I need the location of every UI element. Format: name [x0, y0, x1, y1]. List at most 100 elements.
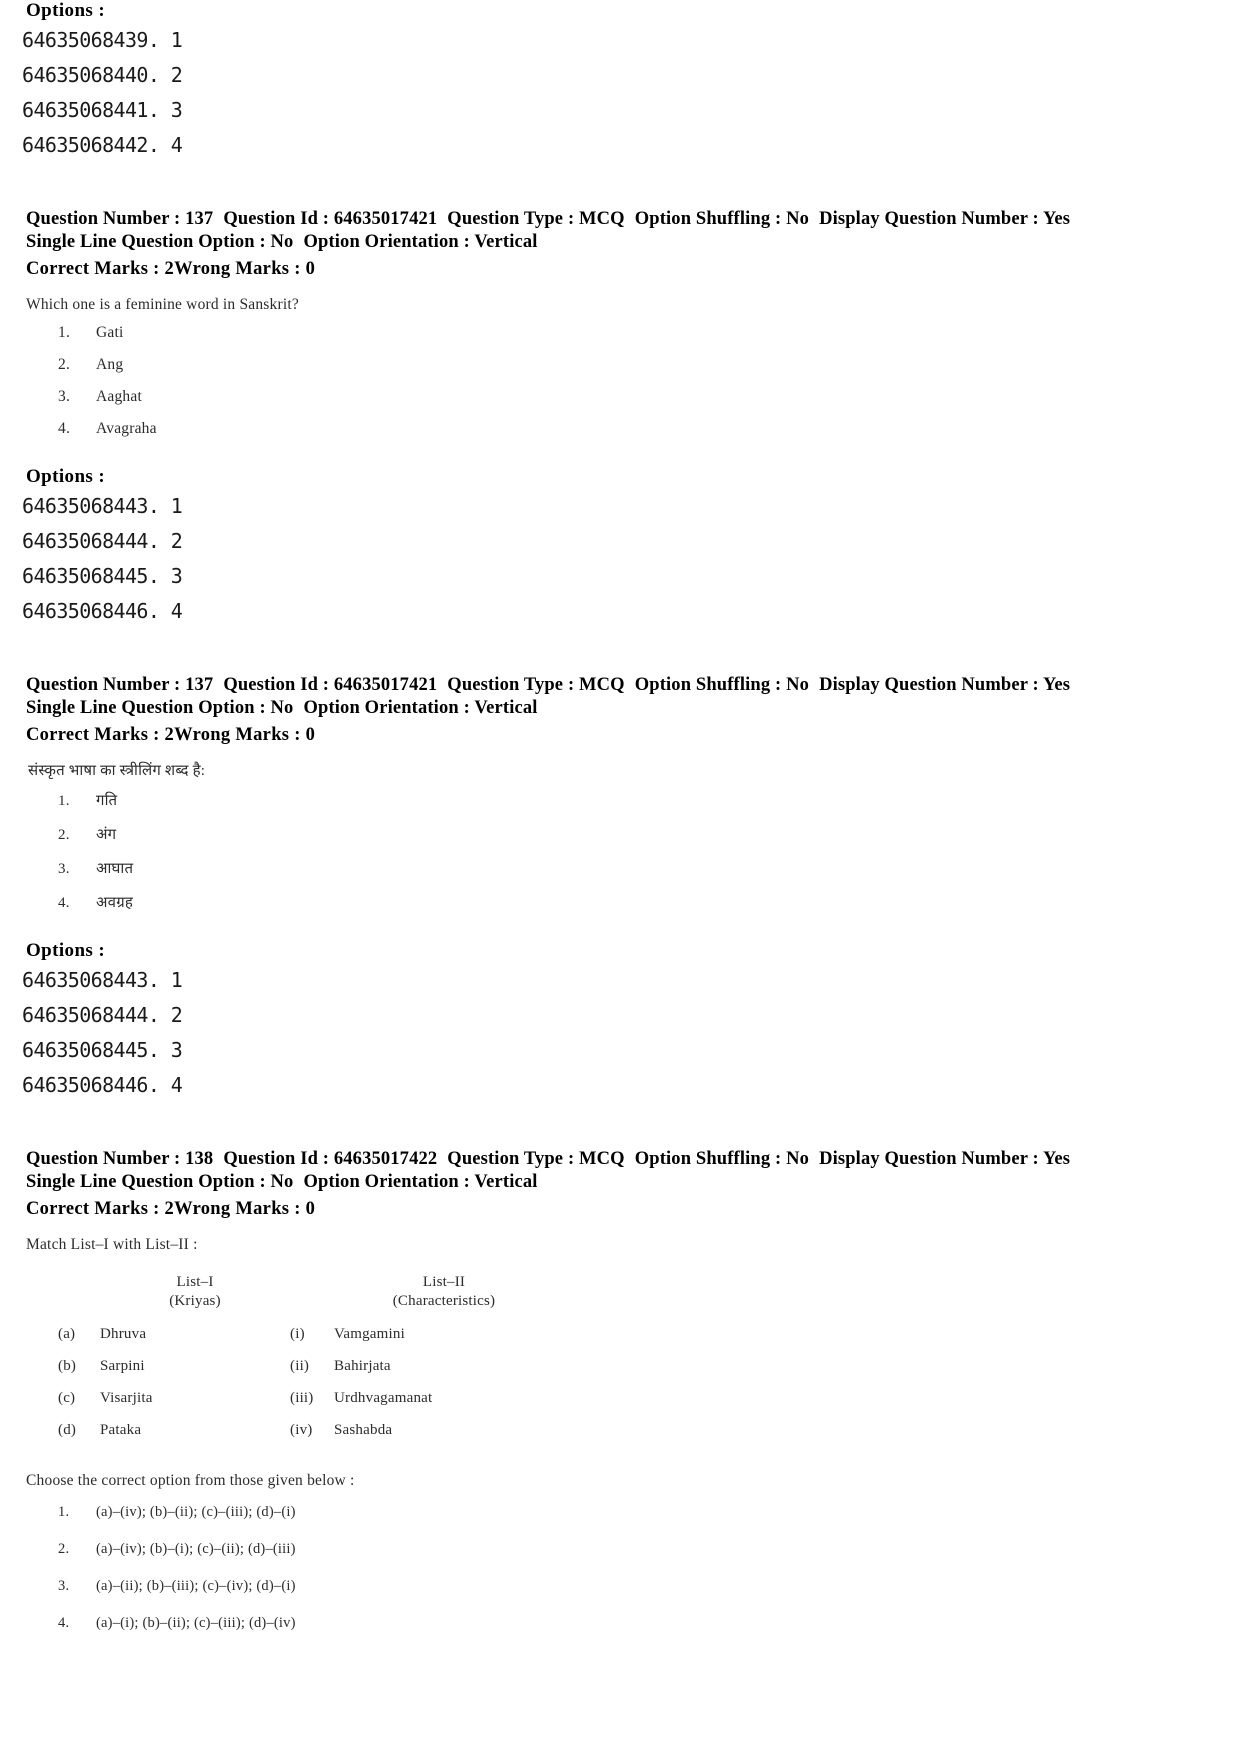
question-meta-line-2: Single Line Question Option : No Option O… — [0, 697, 1240, 720]
right-key: (iv) — [290, 1422, 313, 1439]
answer-text: (a)–(iv); (b)–(i); (c)–(ii); (d)–(iii) — [96, 1541, 296, 1558]
question-block-137-en: Question Number : 137 Question Id : 64635… — [0, 208, 1240, 623]
option-shuffling-field: Option Shuffling : No — [634, 1149, 810, 1170]
question-number-field: Question Number : 137 — [26, 209, 214, 229]
answer-option-list: 1. (a)–(iv); (b)–(ii); (c)–(iii); (d)–(i)… — [0, 1504, 1240, 1632]
choice-number: 4. — [58, 420, 71, 438]
choice-text: Avagraha — [96, 420, 157, 438]
option-orientation-field: Option Orientation : Vertical — [303, 697, 538, 718]
answer-text: (a)–(i); (b)–(ii); (c)–(iii); (d)–(iv) — [96, 1615, 296, 1632]
question-meta-line: Question Number : 137 Question Id : 64635… — [0, 674, 1240, 697]
question-meta-line-2: Single Line Question Option : No Option O… — [0, 231, 1240, 254]
correct-marks-field: Correct Marks : 2 — [26, 725, 175, 746]
answer-option-item[interactable]: 1. (a)–(iv); (b)–(ii); (c)–(iii); (d)–(i) — [58, 1504, 1240, 1521]
choice-item[interactable]: 4. अवग्रह — [58, 892, 1240, 912]
question-body: Match List–I with List–II : List–I List–… — [0, 1236, 1240, 1632]
options-block-top: Options : 64635068439. 1 64635068440. 2 … — [0, 0, 1240, 157]
choice-text: Gati — [96, 324, 124, 342]
choice-list: 1. Gati 2. Ang 3. Aaghat 4. Avagraha — [0, 324, 1240, 438]
option-id-line: 64635068440. 2 — [22, 63, 183, 87]
answer-number: 4. — [58, 1615, 70, 1632]
option-id-line: 64635068441. 3 — [22, 98, 183, 122]
question-text: Which one is a feminine word in Sanskrit… — [26, 296, 299, 314]
option-shuffling-field: Option Shuffling : No — [634, 675, 810, 696]
option-orientation-field: Option Orientation : Vertical — [303, 1171, 538, 1192]
left-value: Dhruva — [100, 1326, 147, 1343]
empty-cell — [58, 1274, 100, 1293]
marks-line: Correct Marks : 2Wrong Marks : 0 — [0, 725, 1240, 746]
choice-item[interactable]: 4. Avagraha — [58, 420, 1240, 438]
option-orientation-field: Option Orientation : Vertical — [303, 231, 538, 252]
question-body: Which one is a feminine word in Sanskrit… — [0, 296, 1240, 438]
correct-marks-field: Correct Marks : 2 — [26, 1199, 175, 1220]
right-value: Urdhvagamanat — [334, 1390, 433, 1407]
question-id-field: Question Id : 64635017421 — [223, 675, 438, 696]
question-type-field: Question Type : MCQ — [447, 209, 625, 229]
answer-option-item[interactable]: 3. (a)–(ii); (b)–(iii); (c)–(iv); (d)–(i) — [58, 1578, 1240, 1595]
display-question-number-field: Display Question Number : Yes — [819, 209, 1071, 229]
choice-text: अंग — [96, 827, 117, 844]
single-line-question-option-field: Single Line Question Option : No — [26, 697, 294, 718]
display-question-number-field: Display Question Number : Yes — [819, 1149, 1071, 1170]
question-text: संस्कृत भाषा का स्त्रीलिंग शब्द है: — [28, 763, 206, 780]
question-block-137-hi: Question Number : 137 Question Id : 64635… — [0, 674, 1240, 1097]
choice-number: 4. — [58, 895, 70, 912]
choice-item[interactable]: 2. अंग — [58, 824, 1240, 844]
choice-number: 2. — [58, 827, 70, 844]
choice-item[interactable]: 3. आघात — [58, 858, 1240, 878]
right-value: Vamgamini — [334, 1326, 405, 1343]
wrong-marks-field: Wrong Marks : 0 — [174, 725, 316, 746]
choice-item[interactable]: 1. गति — [58, 790, 1240, 810]
choice-item[interactable]: 3. Aaghat — [58, 388, 1240, 406]
table-row: (a) Dhruva (i) Vamgamini — [58, 1326, 554, 1358]
empty-cell — [290, 1274, 334, 1293]
empty-cell — [58, 1293, 100, 1326]
option-id-line: 64635068444. 2 — [22, 1003, 183, 1028]
choice-text: आघात — [96, 861, 134, 878]
question-type-field: Question Type : MCQ — [447, 1149, 625, 1170]
question-meta-line: Question Number : 138 Question Id : 64635… — [0, 1148, 1240, 1171]
option-id-line: 64635068443. 1 — [22, 968, 183, 993]
question-id-field: Question Id : 64635017422 — [223, 1149, 438, 1170]
table-row: (d) Pataka (iv) Sashabda — [58, 1422, 554, 1454]
answer-number: 3. — [58, 1578, 70, 1595]
choose-instruction: Choose the correct option from those giv… — [26, 1472, 355, 1490]
question-id-field: Question Id : 64635017421 — [223, 209, 438, 229]
match-intro-text: Match List–I with List–II : — [26, 1236, 198, 1254]
marks-line: Correct Marks : 2Wrong Marks : 0 — [0, 1199, 1240, 1220]
options-label: Options : — [26, 0, 106, 21]
choice-item[interactable]: 2. Ang — [58, 356, 1240, 374]
display-question-number-field: Display Question Number : Yes — [819, 675, 1071, 696]
left-key: (a) — [58, 1326, 76, 1343]
option-id-line: 64635068442. 4 — [22, 133, 183, 157]
question-number-field: Question Number : 137 — [26, 675, 214, 696]
option-id-line: 64635068446. 4 — [22, 599, 183, 624]
left-key: (b) — [58, 1358, 77, 1375]
list-i-subtitle: (Kriyas) — [169, 1293, 221, 1310]
table-subheader-row: (Kriyas) (Characteristics) — [58, 1293, 554, 1326]
question-number-field: Question Number : 138 — [26, 1149, 214, 1170]
choice-text: गति — [96, 793, 118, 810]
options-label: Options : — [26, 940, 106, 962]
choice-item[interactable]: 1. Gati — [58, 324, 1240, 342]
options-label: Options : — [26, 466, 106, 488]
choice-text: Ang — [96, 356, 124, 374]
match-list-table: List–I List–II (Kriyas) (Characteristics… — [58, 1274, 554, 1454]
table-row: (b) Sarpini (ii) Bahirjata — [58, 1358, 554, 1390]
left-key: (c) — [58, 1390, 76, 1407]
question-meta-line-2: Single Line Question Option : No Option O… — [0, 1171, 1240, 1194]
marks-line: Correct Marks : 2Wrong Marks : 0 — [0, 259, 1240, 280]
options-block-137-hi: Options : 64635068443. 1 64635068444. 2 … — [0, 940, 1240, 1097]
answer-option-item[interactable]: 2. (a)–(iv); (b)–(i); (c)–(ii); (d)–(iii) — [58, 1541, 1240, 1558]
right-key: (i) — [290, 1326, 305, 1343]
single-line-question-option-field: Single Line Question Option : No — [26, 1171, 294, 1192]
right-key: (ii) — [290, 1358, 310, 1375]
answer-option-item[interactable]: 4. (a)–(i); (b)–(ii); (c)–(iii); (d)–(iv) — [58, 1615, 1240, 1632]
list-ii-subtitle: (Characteristics) — [392, 1293, 496, 1310]
list-ii-title: List–II — [422, 1274, 466, 1291]
